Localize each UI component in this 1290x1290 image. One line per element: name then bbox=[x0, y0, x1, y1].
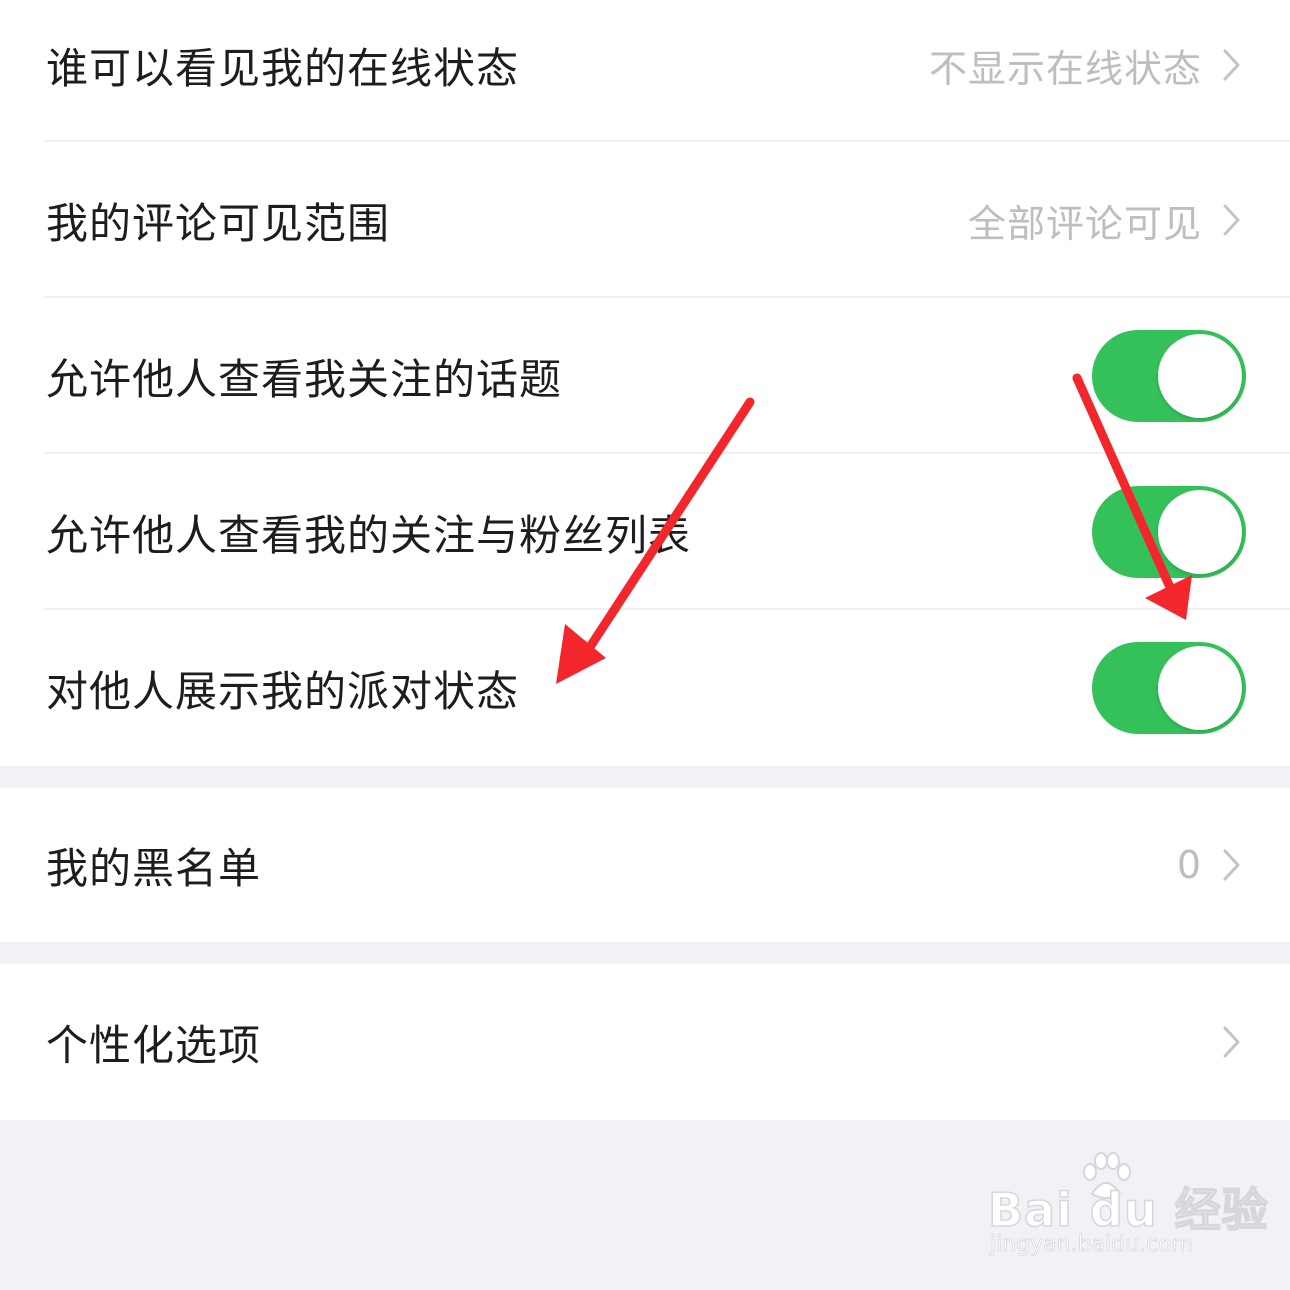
blacklist-count: 0 bbox=[1176, 843, 1202, 887]
blacklist-group: 我的黑名单 0 bbox=[0, 788, 1290, 942]
personalization-value-area bbox=[1222, 964, 1242, 1120]
party-status-toggle[interactable] bbox=[1092, 642, 1246, 734]
followed-topics-visibility-row: 允许他人查看我关注的话题 bbox=[0, 298, 1290, 454]
chevron-right-icon bbox=[1223, 1026, 1240, 1058]
toggle-knob bbox=[1158, 490, 1242, 574]
follow-fans-list-toggle[interactable] bbox=[1092, 486, 1246, 578]
follow-fans-list-visibility-row: 允许他人查看我的关注与粉丝列表 bbox=[0, 454, 1290, 610]
comment-visibility-row[interactable]: 我的评论可见范围 全部评论可见 bbox=[0, 142, 1290, 298]
followed-topics-visibility-label: 允许他人查看我关注的话题 bbox=[46, 354, 563, 404]
online-status-visibility-label: 谁可以看见我的在线状态 bbox=[46, 43, 520, 93]
privacy-settings-group: 谁可以看见我的在线状态 不显示在线状态 我的评论可见范围 全部评论可见 允许他人… bbox=[0, 0, 1290, 766]
chevron-right-icon bbox=[1223, 49, 1240, 81]
personalization-group: 个性化选项 bbox=[0, 964, 1290, 1120]
watermark-url: jingyan.baidu.com bbox=[990, 1232, 1194, 1258]
toggle-knob bbox=[1158, 646, 1242, 730]
comment-visibility-value: 全部评论可见 bbox=[967, 201, 1202, 246]
comment-visibility-value-area: 全部评论可见 bbox=[968, 142, 1242, 298]
baidu-watermark: Bai du 经验 jingyan.baidu.com bbox=[987, 1152, 1268, 1262]
blacklist-label: 我的黑名单 bbox=[46, 843, 262, 893]
blacklist-value-area: 0 bbox=[1177, 788, 1242, 942]
comment-visibility-label: 我的评论可见范围 bbox=[46, 198, 391, 248]
blacklist-row[interactable]: 我的黑名单 0 bbox=[0, 788, 1290, 942]
toggle-knob bbox=[1158, 334, 1242, 418]
followed-topics-toggle[interactable] bbox=[1092, 330, 1246, 422]
party-status-visibility-label: 对他人展示我的派对状态 bbox=[46, 666, 520, 716]
follow-fans-list-visibility-label: 允许他人查看我的关注与粉丝列表 bbox=[46, 510, 692, 560]
personalization-row[interactable]: 个性化选项 bbox=[0, 964, 1290, 1120]
online-status-visibility-value: 不显示在线状态 bbox=[928, 46, 1202, 91]
chevron-right-icon bbox=[1223, 204, 1240, 236]
personalization-label: 个性化选项 bbox=[46, 1020, 262, 1070]
watermark-brand: Bai du 经验 bbox=[987, 1182, 1269, 1238]
online-status-visibility-value-area: 不显示在线状态 bbox=[929, 0, 1242, 130]
party-status-visibility-row: 对他人展示我的派对状态 bbox=[0, 610, 1290, 766]
chevron-right-icon bbox=[1223, 849, 1240, 881]
online-status-visibility-row[interactable]: 谁可以看见我的在线状态 不显示在线状态 bbox=[0, 0, 1290, 142]
